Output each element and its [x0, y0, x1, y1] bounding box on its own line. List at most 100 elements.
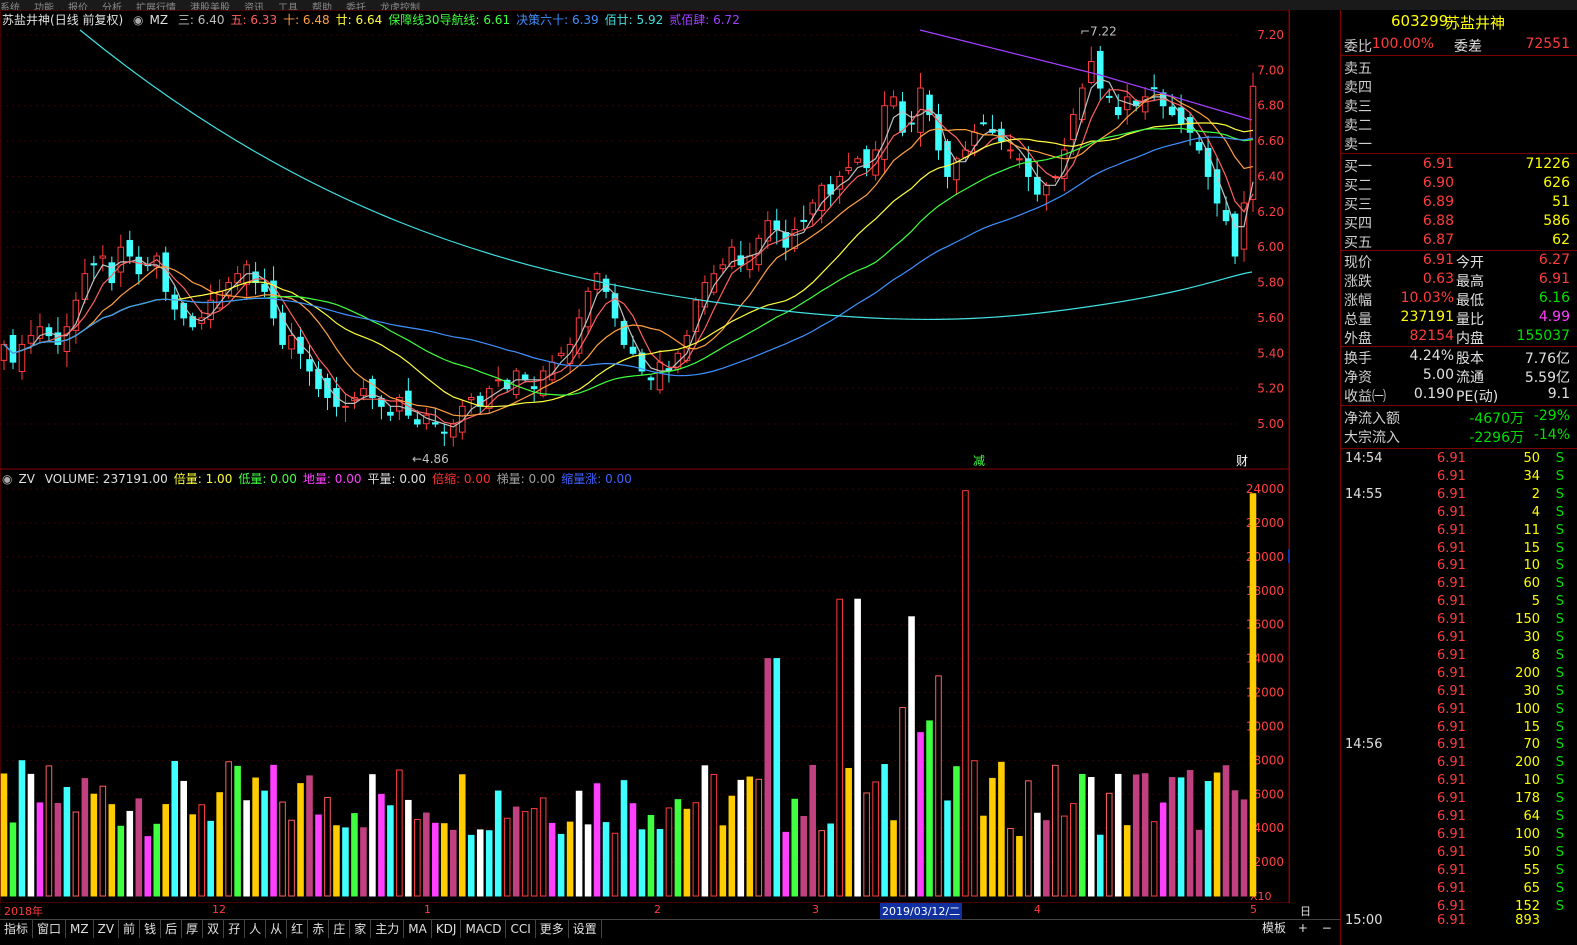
volume-bar	[971, 760, 978, 897]
volume-bar	[719, 825, 727, 897]
date-axis-label: 3	[812, 903, 819, 916]
indicator-tab[interactable]: 窗口	[33, 920, 67, 938]
indicator-tab[interactable]: 设置	[569, 920, 602, 938]
indicator-tab[interactable]: MACD	[461, 920, 507, 938]
high-annotation: ⌐7.22	[1080, 24, 1117, 38]
tick-price: 6.91	[1437, 913, 1466, 928]
tick-row: 6.91 30 S	[1341, 684, 1577, 702]
candle-body	[387, 411, 394, 416]
volume-axis-label: 6000	[1253, 787, 1284, 801]
top-menu-item[interactable]: 报价	[68, 3, 88, 11]
candle-body	[9, 334, 17, 363]
indicator-tab[interactable]: 厚	[182, 920, 204, 938]
candle-body	[521, 374, 529, 381]
volume-bar	[638, 829, 646, 897]
volume-bar	[351, 813, 358, 897]
indicator-tab[interactable]: 家	[350, 920, 372, 938]
candle-body	[288, 335, 295, 350]
tick-price: 6.91	[1437, 898, 1466, 914]
template-button[interactable]: 模板	[1262, 921, 1286, 935]
volume-bar	[153, 823, 161, 897]
tick-direction: S	[1555, 826, 1564, 842]
tick-row: 6.91 100 S	[1341, 702, 1577, 720]
volume-bar	[818, 830, 825, 897]
indicator-tab[interactable]: 赤	[308, 920, 330, 938]
tick-price: 6.91	[1437, 791, 1466, 807]
volume-bar	[611, 832, 619, 897]
indicator-tab[interactable]: 主力	[371, 920, 405, 938]
tick-row: 14:54 6.91 50 S	[1341, 451, 1577, 469]
tick-price: 6.91	[1437, 719, 1466, 735]
volume-bar	[863, 792, 870, 897]
volume-bar	[135, 798, 143, 897]
tick-price: 6.91	[1437, 468, 1466, 484]
indicator-tab[interactable]: MA	[404, 920, 432, 938]
indicator-tab[interactable]: MZ	[66, 920, 94, 938]
top-menu-item[interactable]: 港股美股	[190, 3, 230, 11]
indicator-tab[interactable]: ZV	[94, 920, 120, 938]
tick-price: 6.91	[1437, 594, 1466, 610]
ma-legend-item: 保障线30导航线: 6.61	[388, 13, 511, 27]
top-menu-item[interactable]: 功能	[34, 3, 54, 11]
indicator-tab[interactable]: CCI	[506, 920, 536, 938]
volume-bar	[1123, 825, 1131, 897]
tick-time: 14:54	[1345, 451, 1383, 466]
indicator-tab[interactable]: 孖	[224, 920, 246, 938]
candle-body	[99, 255, 107, 259]
volume-bar	[117, 825, 125, 897]
indicator-tab[interactable]: 人	[245, 920, 267, 938]
fundamental-value: 5.00	[1422, 367, 1454, 383]
indicator-tab[interactable]: 前	[119, 920, 141, 938]
date-axis-label: 2019/03/12/二	[880, 903, 963, 919]
indicator-tab[interactable]: 双	[203, 920, 225, 938]
tick-time: 15:00	[1345, 913, 1383, 928]
tick-direction: S	[1555, 540, 1564, 556]
tick-price: 6.91	[1437, 737, 1466, 753]
candle-body	[467, 396, 475, 401]
fundamental-label: PE(动)	[1456, 389, 1499, 405]
fund-flow-row: 净流入额 -4670万 -29%	[1344, 408, 1574, 427]
indicator-tab[interactable]: 红	[287, 920, 309, 938]
tick-direction: S	[1555, 773, 1564, 789]
indicator-tab[interactable]: 指标	[0, 920, 34, 938]
settings-icon[interactable]: ◉	[133, 13, 143, 27]
kline-chart-area[interactable]: 7.20 7.00 6.80 6.60 6.40 6.20 6.00 5.80 5.60 5.40…	[0, 10, 1290, 903]
indicator-tab[interactable]: 庄	[329, 920, 351, 938]
top-menu-item[interactable]: 工具	[278, 3, 298, 11]
indicator-tab[interactable]: 后	[161, 920, 183, 938]
volume-bar	[126, 810, 134, 897]
tick-volume: 11	[1523, 522, 1540, 538]
volume-bar	[584, 824, 592, 897]
ma-legend-item: 廿: 6.64	[335, 13, 383, 27]
zoom-out-button[interactable]: −	[1322, 921, 1332, 935]
top-menu-item[interactable]: 扩展行情	[136, 3, 176, 11]
top-menu-item[interactable]: 委托	[346, 3, 366, 11]
volume-bar	[387, 805, 394, 897]
fundamental-value: 7.76亿	[1524, 351, 1570, 367]
top-menu-item[interactable]: 系统	[0, 3, 20, 11]
top-menu-item[interactable]: 帮助	[312, 3, 332, 11]
volume-bar	[953, 766, 960, 897]
volume-bar	[1132, 774, 1140, 897]
candle-body	[261, 283, 268, 292]
volume-bar	[369, 774, 376, 897]
vol-settings-icon[interactable]: ◉	[2, 472, 12, 486]
stat-label: 今开	[1456, 255, 1484, 271]
vol-prefix: ZV	[18, 472, 35, 486]
candle-body	[1016, 158, 1023, 161]
zoom-in-button[interactable]: +	[1298, 921, 1308, 935]
top-menu-item[interactable]: 龙虎控制	[380, 3, 420, 11]
buy-level-volume: 51	[1552, 194, 1570, 210]
top-menu-item[interactable]: 资讯	[244, 3, 264, 11]
indicator-tab[interactable]: 钱	[140, 920, 162, 938]
candle-body	[1222, 210, 1230, 222]
tick-volume: 893	[1515, 913, 1540, 928]
tick-direction: S	[1555, 791, 1564, 807]
volume-bar	[0, 773, 8, 897]
candle-body	[360, 388, 367, 396]
top-menu-item[interactable]: 分析	[102, 3, 122, 11]
indicator-tab[interactable]: KDJ	[432, 920, 462, 938]
indicator-tab[interactable]: 从	[266, 920, 288, 938]
volume-bar	[620, 780, 628, 897]
indicator-tab[interactable]: 更多	[536, 920, 569, 938]
